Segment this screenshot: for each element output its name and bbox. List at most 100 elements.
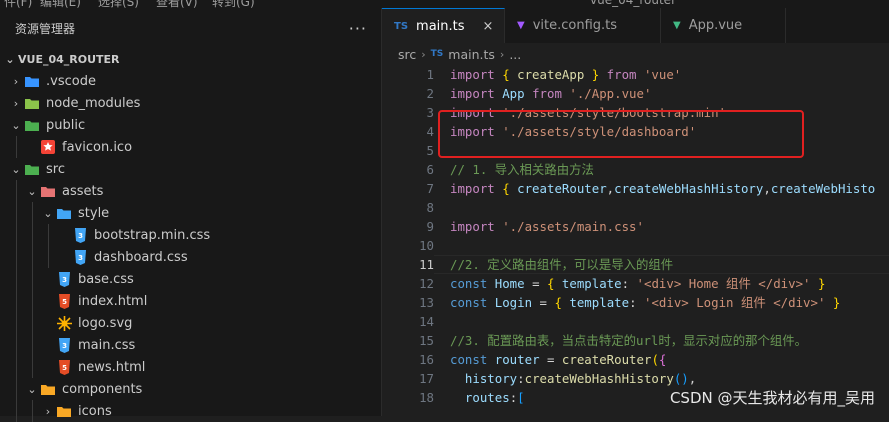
tree-item-assets[interactable]: ⌄ assets <box>0 180 381 202</box>
indent-guide <box>16 290 17 312</box>
tree-item-node-modules[interactable]: › node_modules <box>0 92 381 114</box>
menu-item[interactable]: 编辑(E) <box>40 0 81 8</box>
indent-guide <box>16 334 17 356</box>
code-text: import { createRouter,createWebHashHisto… <box>450 181 876 196</box>
tree-item-label: src <box>46 161 65 177</box>
line-number: 10 <box>419 238 434 253</box>
tree-item-favicon-ico[interactable]: favicon.ico <box>0 136 381 158</box>
workspace-section-header[interactable]: ⌄ VUE_04_ROUTER <box>0 48 381 70</box>
breadcrumb-folder[interactable]: src <box>398 47 416 62</box>
assets-folder-icon <box>40 183 56 199</box>
svg-text:3: 3 <box>78 254 83 262</box>
tree-item-label: logo.svg <box>78 315 133 331</box>
code-line[interactable]: 12 const Home = { template: '<div> Home 组… <box>382 274 889 293</box>
chevron-down-icon: ⌄ <box>27 184 37 198</box>
indent-guide <box>32 202 33 224</box>
code-text: // 1. 导入相关路由方法 <box>450 162 594 177</box>
tree-item-news-html[interactable]: 5 news.html <box>0 356 381 378</box>
breadcrumb: src › TS main.ts › ... <box>382 43 889 65</box>
code-text: history:createWebHashHistory(), <box>464 371 697 386</box>
indent-guide <box>48 246 49 268</box>
tree-item-label: .vscode <box>46 73 96 89</box>
tab-main-ts[interactable]: TS main.ts × <box>382 8 505 43</box>
chevron-right-icon: › <box>421 47 426 61</box>
indent-guide <box>16 202 17 224</box>
code-text: const Home = { template: '<div> Home 组件 … <box>450 276 826 291</box>
code-line[interactable]: 6 // 1. 导入相关路由方法 <box>382 160 889 179</box>
line-number: 2 <box>426 86 434 101</box>
tree-item-icons[interactable]: › icons <box>0 400 381 422</box>
tree-item-label: index.html <box>78 293 148 309</box>
indent-guide <box>16 400 17 422</box>
svg-text:5: 5 <box>62 364 67 372</box>
tree-item-label: components <box>62 381 143 397</box>
indent-guide <box>32 224 33 246</box>
code-line[interactable]: 1 import { createApp } from 'vue' <box>382 65 889 84</box>
tree-item-label: dashboard.css <box>94 249 188 265</box>
line-number: 8 <box>426 200 434 215</box>
title-bar: 件(F) 编辑(E) 选择(S) 查看(V) 转到(G) vue_04_router <box>0 0 889 8</box>
menu-item[interactable]: 选择(S) <box>98 0 139 8</box>
tree-item-vscode[interactable]: › .vscode <box>0 70 381 92</box>
code-line[interactable]: 7 import { createRouter,createWebHashHist… <box>382 179 889 198</box>
chevron-down-icon: ⌄ <box>43 206 53 220</box>
vscode-folder-icon <box>24 73 40 89</box>
chevron-right-icon: › <box>13 74 19 88</box>
editor-area: TS main.ts × ▼ vite.config.ts ▼ App.vue src › … <box>382 8 889 416</box>
tree-item-public[interactable]: ⌄ public <box>0 114 381 136</box>
indent-guide <box>16 356 17 378</box>
tree-item-logo-svg[interactable]: logo.svg <box>0 312 381 334</box>
tab-vite-config-ts[interactable]: ▼ vite.config.ts <box>505 8 661 43</box>
public-folder-icon <box>24 117 40 133</box>
line-number: 15 <box>419 333 434 348</box>
annotation-highlight-box <box>438 110 804 158</box>
tree-item-bootstrap-min-css[interactable]: 3 bootstrap.min.css <box>0 224 381 246</box>
code-line[interactable]: 15 //3. 配置路由表，当点击特定的url时，显示对应的那个组件。 <box>382 331 889 350</box>
tree-item-label: style <box>78 205 110 221</box>
tree-item-index-html[interactable]: 5 index.html <box>0 290 381 312</box>
tree-item-label: public <box>46 117 86 133</box>
code-line[interactable]: 2 import App from './App.vue' <box>382 84 889 103</box>
breadcrumb-file[interactable]: main.ts <box>448 47 495 62</box>
tree-item-style[interactable]: ⌄ style <box>0 202 381 224</box>
tree-item-dashboard-css[interactable]: 3 dashboard.css <box>0 246 381 268</box>
vue-icon: ▼ <box>673 20 681 31</box>
line-number: 7 <box>426 181 434 196</box>
line-number: 9 <box>426 219 434 234</box>
code-line[interactable]: 9 import './assets/main.css' <box>382 217 889 236</box>
menu-item[interactable]: vue_04_router <box>590 0 676 7</box>
breadcrumb-symbol[interactable]: ... <box>509 47 521 62</box>
tab-app-vue[interactable]: ▼ App.vue <box>661 8 786 43</box>
tree-item-label: favicon.ico <box>62 139 133 155</box>
favicon-star-icon <box>40 139 56 155</box>
tab-label: vite.config.ts <box>532 18 618 33</box>
code-line[interactable]: 16 const router = createRouter({ <box>382 350 889 369</box>
tree-item-src[interactable]: ⌄ src <box>0 158 381 180</box>
indent-guide <box>16 180 17 202</box>
code-line[interactable]: 8 <box>382 198 889 217</box>
code-text: import { createApp } from 'vue' <box>450 67 682 82</box>
style-folder-icon <box>56 205 72 221</box>
code-editor[interactable]: 1 import { createApp } from 'vue' 2 import … <box>382 65 889 407</box>
code-text: routes:[ <box>464 390 525 405</box>
indent-guide <box>16 268 17 290</box>
code-text: const router = createRouter({ <box>450 352 667 367</box>
menu-item[interactable]: 查看(V) <box>156 0 198 8</box>
code-line[interactable]: 17 history:createWebHashHistory(), <box>382 369 889 388</box>
tree-item-label: assets <box>62 183 104 199</box>
tree-item-components[interactable]: ⌄ components <box>0 378 381 400</box>
code-line[interactable]: 14 <box>382 312 889 331</box>
menu-item[interactable]: 转到(G) <box>212 0 255 8</box>
tree-item-base-css[interactable]: 3 base.css <box>0 268 381 290</box>
code-line[interactable]: 13 const Login = { template: '<div> Login… <box>382 293 889 312</box>
css-file-icon: 3 <box>72 249 88 265</box>
more-actions-button[interactable]: ··· <box>349 19 367 38</box>
typescript-file-icon: TS <box>394 20 409 32</box>
close-icon[interactable]: × <box>483 19 494 34</box>
tree-item-main-css[interactable]: 3 main.css <box>0 334 381 356</box>
menu-item[interactable]: 件(F) <box>4 0 32 8</box>
indent-guide <box>32 268 33 290</box>
code-line[interactable]: 10 <box>382 236 889 255</box>
line-number: 13 <box>419 295 434 310</box>
indent-guide <box>48 224 49 246</box>
